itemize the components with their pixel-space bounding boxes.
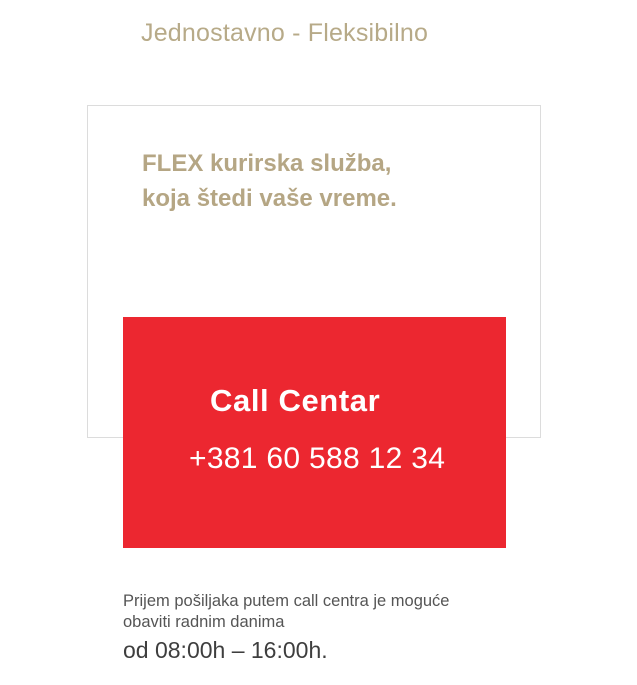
tagline: Jednostavno - Fleksibilno bbox=[141, 19, 429, 47]
promo-headline-line-2: koja štedi vaše vreme. bbox=[142, 185, 397, 212]
call-center-title: Call Centar bbox=[210, 383, 381, 418]
call-center-button[interactable]: Call Centar +381 60 588 12 34 bbox=[123, 317, 506, 548]
promo-headline-line-1: FLEX kurirska služba, bbox=[142, 150, 392, 177]
promo-headline: FLEX kurirska služba, koja štedi vaše vr… bbox=[142, 146, 397, 216]
working-hours: od 08:00h – 16:00h. bbox=[123, 637, 328, 663]
info-text-line-1: Prijem pošiljaka putem call centra je mo… bbox=[123, 592, 450, 610]
call-center-info: Prijem pošiljaka putem call centra je mo… bbox=[123, 591, 449, 665]
call-center-phone-link[interactable]: +381 60 588 12 34 bbox=[189, 442, 445, 476]
info-text-line-2: obaviti radnim danima bbox=[123, 613, 285, 631]
